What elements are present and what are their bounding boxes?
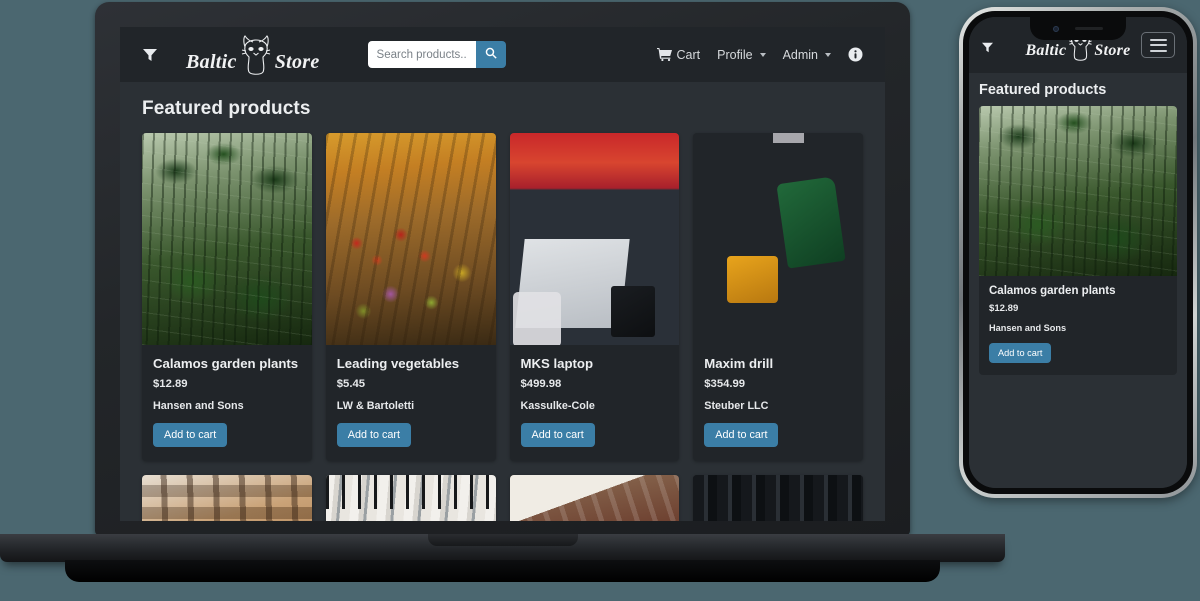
camera-icon (1053, 25, 1059, 32)
product-image (693, 133, 863, 345)
shopping-cart-icon (656, 48, 672, 62)
add-to-cart-button[interactable]: Add to cart (520, 423, 595, 447)
chevron-down-icon (825, 52, 831, 57)
laptop-screen: Baltic Store Search products... Cart Pro… (120, 27, 885, 521)
nav-link-profile-label: Profile (717, 47, 753, 62)
product-price: $12.89 (989, 303, 1019, 314)
mobile-product-card-body: Calamos garden plants $12.89 Hansen and … (979, 276, 1177, 375)
product-card-body: Maxim drill $354.99 Steuber LLC Add to c… (693, 345, 863, 461)
nav-link-cart-label: Cart (676, 47, 701, 62)
product-price: $5.45 (336, 378, 366, 390)
add-to-cart-button[interactable]: Add to cart (989, 343, 1052, 363)
product-title: Calamos garden plants (989, 285, 1116, 297)
product-vendor: Hansen and Sons (153, 400, 244, 412)
product-image (979, 106, 1177, 276)
product-vendor: LW & Bartoletti (336, 400, 415, 412)
search-button[interactable] (475, 41, 506, 68)
product-image (693, 475, 863, 521)
laptop-mockup: Baltic Store Search products... Cart Pro… (0, 2, 1005, 582)
product-grid-row1: Calamos garden plants $12.89 Hansen and … (142, 133, 863, 461)
product-title: Maxim drill (704, 356, 774, 371)
product-grid-row2 (142, 475, 863, 521)
product-image (325, 475, 496, 521)
product-title: MKS laptop (520, 356, 594, 371)
product-card-body: Calamos garden plants $12.89 Hansen and … (142, 345, 312, 461)
product-card[interactable] (693, 475, 863, 521)
product-price: $499.98 (520, 378, 562, 390)
mobile-page-content: Featured products Calamos garden plants … (969, 73, 1187, 488)
search-icon (485, 47, 497, 62)
nav-link-cart[interactable]: Cart (656, 47, 701, 62)
nav-link-admin-label: Admin (782, 47, 818, 62)
speaker-grille (1075, 27, 1103, 30)
phone-screen: Baltic Store Featured products Calamos g… (969, 17, 1187, 488)
mobile-product-card[interactable]: Calamos garden plants $12.89 Hansen and … (979, 106, 1177, 375)
add-to-cart-button[interactable]: Add to cart (153, 423, 228, 447)
brand-name-right: Store (1094, 42, 1131, 59)
brand-logo[interactable]: Baltic Store (186, 34, 320, 76)
product-card-body: MKS laptop $499.98 Kassulke-Cole Add to … (510, 345, 680, 461)
navbar: Baltic Store Search products... Cart Pro… (120, 27, 885, 82)
product-card[interactable]: Calamos garden plants $12.89 Hansen and … (142, 133, 312, 461)
product-price: $12.89 (153, 378, 188, 390)
nav-link-profile[interactable]: Profile (717, 47, 766, 62)
product-title: Leading vegetables (336, 356, 460, 371)
chevron-down-icon (759, 52, 766, 57)
phone-notch (1030, 17, 1126, 40)
product-card-body: Leading vegetables $5.45 LW & Bartoletti… (326, 345, 496, 461)
laptop-trackpad-notch (427, 534, 578, 546)
info-circle-icon[interactable] (848, 47, 863, 62)
search-input[interactable] (367, 41, 476, 68)
search-form (367, 41, 506, 68)
add-to-cart-button[interactable]: Add to cart (704, 423, 779, 447)
product-card[interactable]: Leading vegetables $5.45 LW & Bartoletti… (325, 133, 496, 461)
filter-funnel-icon[interactable] (142, 48, 158, 62)
product-image (142, 475, 312, 521)
product-title: Calamos garden plants (153, 356, 299, 371)
product-image (509, 475, 680, 521)
brand-name-left: Baltic (1025, 42, 1067, 59)
product-card[interactable] (509, 475, 680, 521)
brand-name-left: Baltic (186, 50, 237, 73)
product-card[interactable]: MKS laptop $499.98 Kassulke-Cole Add to … (509, 133, 680, 461)
filter-funnel-icon[interactable] (981, 40, 994, 52)
product-price: $354.99 (704, 378, 746, 390)
page-title: Featured products (142, 98, 311, 119)
product-image (142, 133, 312, 345)
page-content: Featured products Calamos garden plants … (120, 82, 885, 521)
add-to-cart-button[interactable]: Add to cart (336, 423, 411, 447)
product-vendor: Hansen and Sons (989, 323, 1067, 333)
hamburger-menu-icon[interactable] (1141, 32, 1175, 58)
laptop-foot (65, 560, 940, 582)
product-vendor: Steuber LLC (704, 400, 769, 412)
product-image (509, 133, 680, 345)
navbar-links: Cart Profile Admin (656, 47, 864, 62)
product-image (325, 133, 496, 345)
nav-link-admin[interactable]: Admin (783, 48, 831, 62)
brand-name-right: Store (274, 50, 320, 73)
mobile-page-title: Featured products (979, 82, 1107, 98)
phone-frame: Baltic Store Featured products Calamos g… (959, 7, 1197, 498)
phone-body: Baltic Store Featured products Calamos g… (963, 11, 1193, 494)
product-card[interactable]: Maxim drill $354.99 Steuber LLC Add to c… (693, 133, 863, 461)
product-card[interactable] (142, 475, 312, 521)
product-card[interactable] (325, 475, 496, 521)
lynx-head-icon (232, 34, 280, 76)
phone-mockup: Baltic Store Featured products Calamos g… (959, 7, 1197, 498)
screenshot-stage: Baltic Store Search products... Cart Pro… (0, 0, 1200, 601)
product-vendor: Kassulke-Cole (520, 400, 595, 412)
